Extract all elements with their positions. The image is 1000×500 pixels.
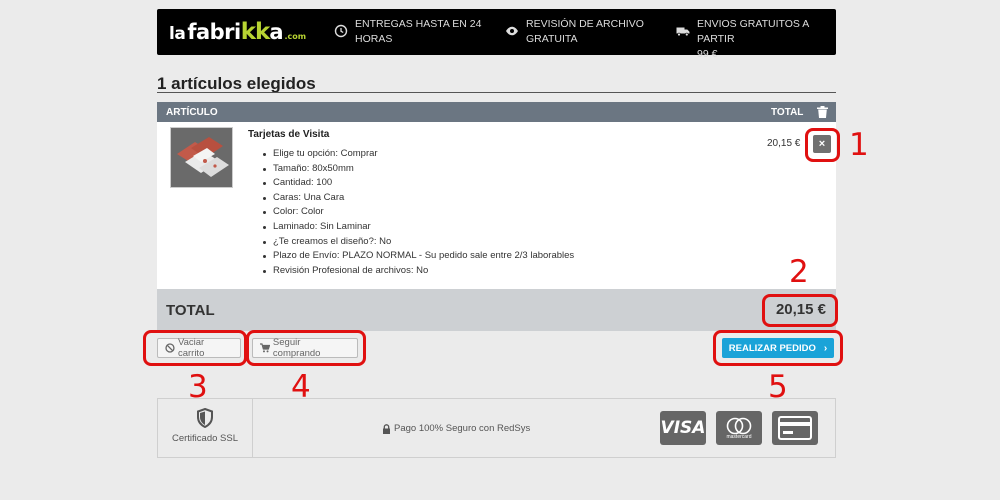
- clock-icon: [334, 24, 348, 38]
- option-item: Revisión Profesional de archivos: No: [260, 264, 574, 279]
- secure-payment-text: Pago 100% Seguro con RedSys: [382, 423, 530, 434]
- file-review-info: REVISIÓN DE ARCHIVO GRATUITA: [505, 17, 644, 47]
- annotation-ring-4: [246, 330, 366, 366]
- option-item: Color: Color: [260, 205, 574, 220]
- annotation-ring-1: [805, 128, 840, 162]
- column-total: TOTAL: [771, 107, 804, 118]
- total-label: TOTAL: [166, 302, 215, 319]
- annotation-ring-3: [143, 330, 247, 366]
- annotation-ring-5: [713, 330, 843, 366]
- top-header-bar: la fabri kk a .com ENTREGAS HASTA EN 24 H…: [157, 9, 836, 60]
- cart-item-row: Tarjetas de Visita Elige tu opción: Comp…: [157, 122, 836, 289]
- option-item: Tamaño: 80x50mm: [260, 162, 574, 177]
- option-item: Cantidad: 100: [260, 176, 574, 191]
- option-item: Elige tu opción: Comprar: [260, 147, 574, 162]
- title-divider: [157, 92, 836, 93]
- option-item: Caras: Una Cara: [260, 191, 574, 206]
- mastercard-logo: mastercard: [716, 411, 762, 445]
- free-shipping-info: ENVIOS GRATUITOS A PARTIR 99 €: [676, 17, 836, 62]
- option-item: Laminado: Sin Laminar: [260, 220, 574, 235]
- ssl-certificate: Certificado SSL: [158, 408, 252, 444]
- generic-card-icon: [778, 416, 812, 440]
- cart-total-bar: TOTAL 20,15 €: [157, 289, 836, 331]
- cart-title: 1 artículos elegidos: [157, 74, 316, 93]
- item-price: 20,15 €: [767, 138, 801, 149]
- visa-logo: VISA: [660, 411, 706, 445]
- credit-card-icon: [772, 411, 818, 445]
- lock-icon: [383, 423, 390, 434]
- product-thumbnail[interactable]: [170, 127, 233, 188]
- footer-divider: [252, 399, 253, 457]
- trash-icon[interactable]: [817, 106, 828, 118]
- payment-footer: Certificado SSL Pago 100% Seguro con Red…: [157, 398, 836, 458]
- annotation-number-1: 1: [849, 127, 869, 163]
- annotation-number-2: 2: [789, 254, 809, 290]
- business-cards-image: [171, 128, 232, 187]
- truck-icon: [676, 27, 690, 37]
- cart-table-header: ARTÍCULO TOTAL: [157, 102, 836, 122]
- column-article: ARTÍCULO: [166, 107, 218, 118]
- annotation-ring-2: [762, 294, 838, 327]
- option-item: Plazo de Envío: PLAZO NORMAL - Su pedido…: [260, 249, 574, 264]
- eye-icon: [506, 26, 518, 36]
- shield-icon: [197, 408, 213, 428]
- delivery-info: ENTREGAS HASTA EN 24 HORAS: [334, 17, 481, 47]
- mastercard-circles-icon: [726, 417, 752, 434]
- product-options-list: Elige tu opción: Comprar Tamaño: 80x50mm…: [260, 147, 574, 278]
- lafabrikka-logo[interactable]: la fabri kk a .com: [169, 19, 306, 45]
- option-item: ¿Te creamos el diseño?: No: [260, 235, 574, 250]
- product-name[interactable]: Tarjetas de Visita: [248, 129, 329, 140]
